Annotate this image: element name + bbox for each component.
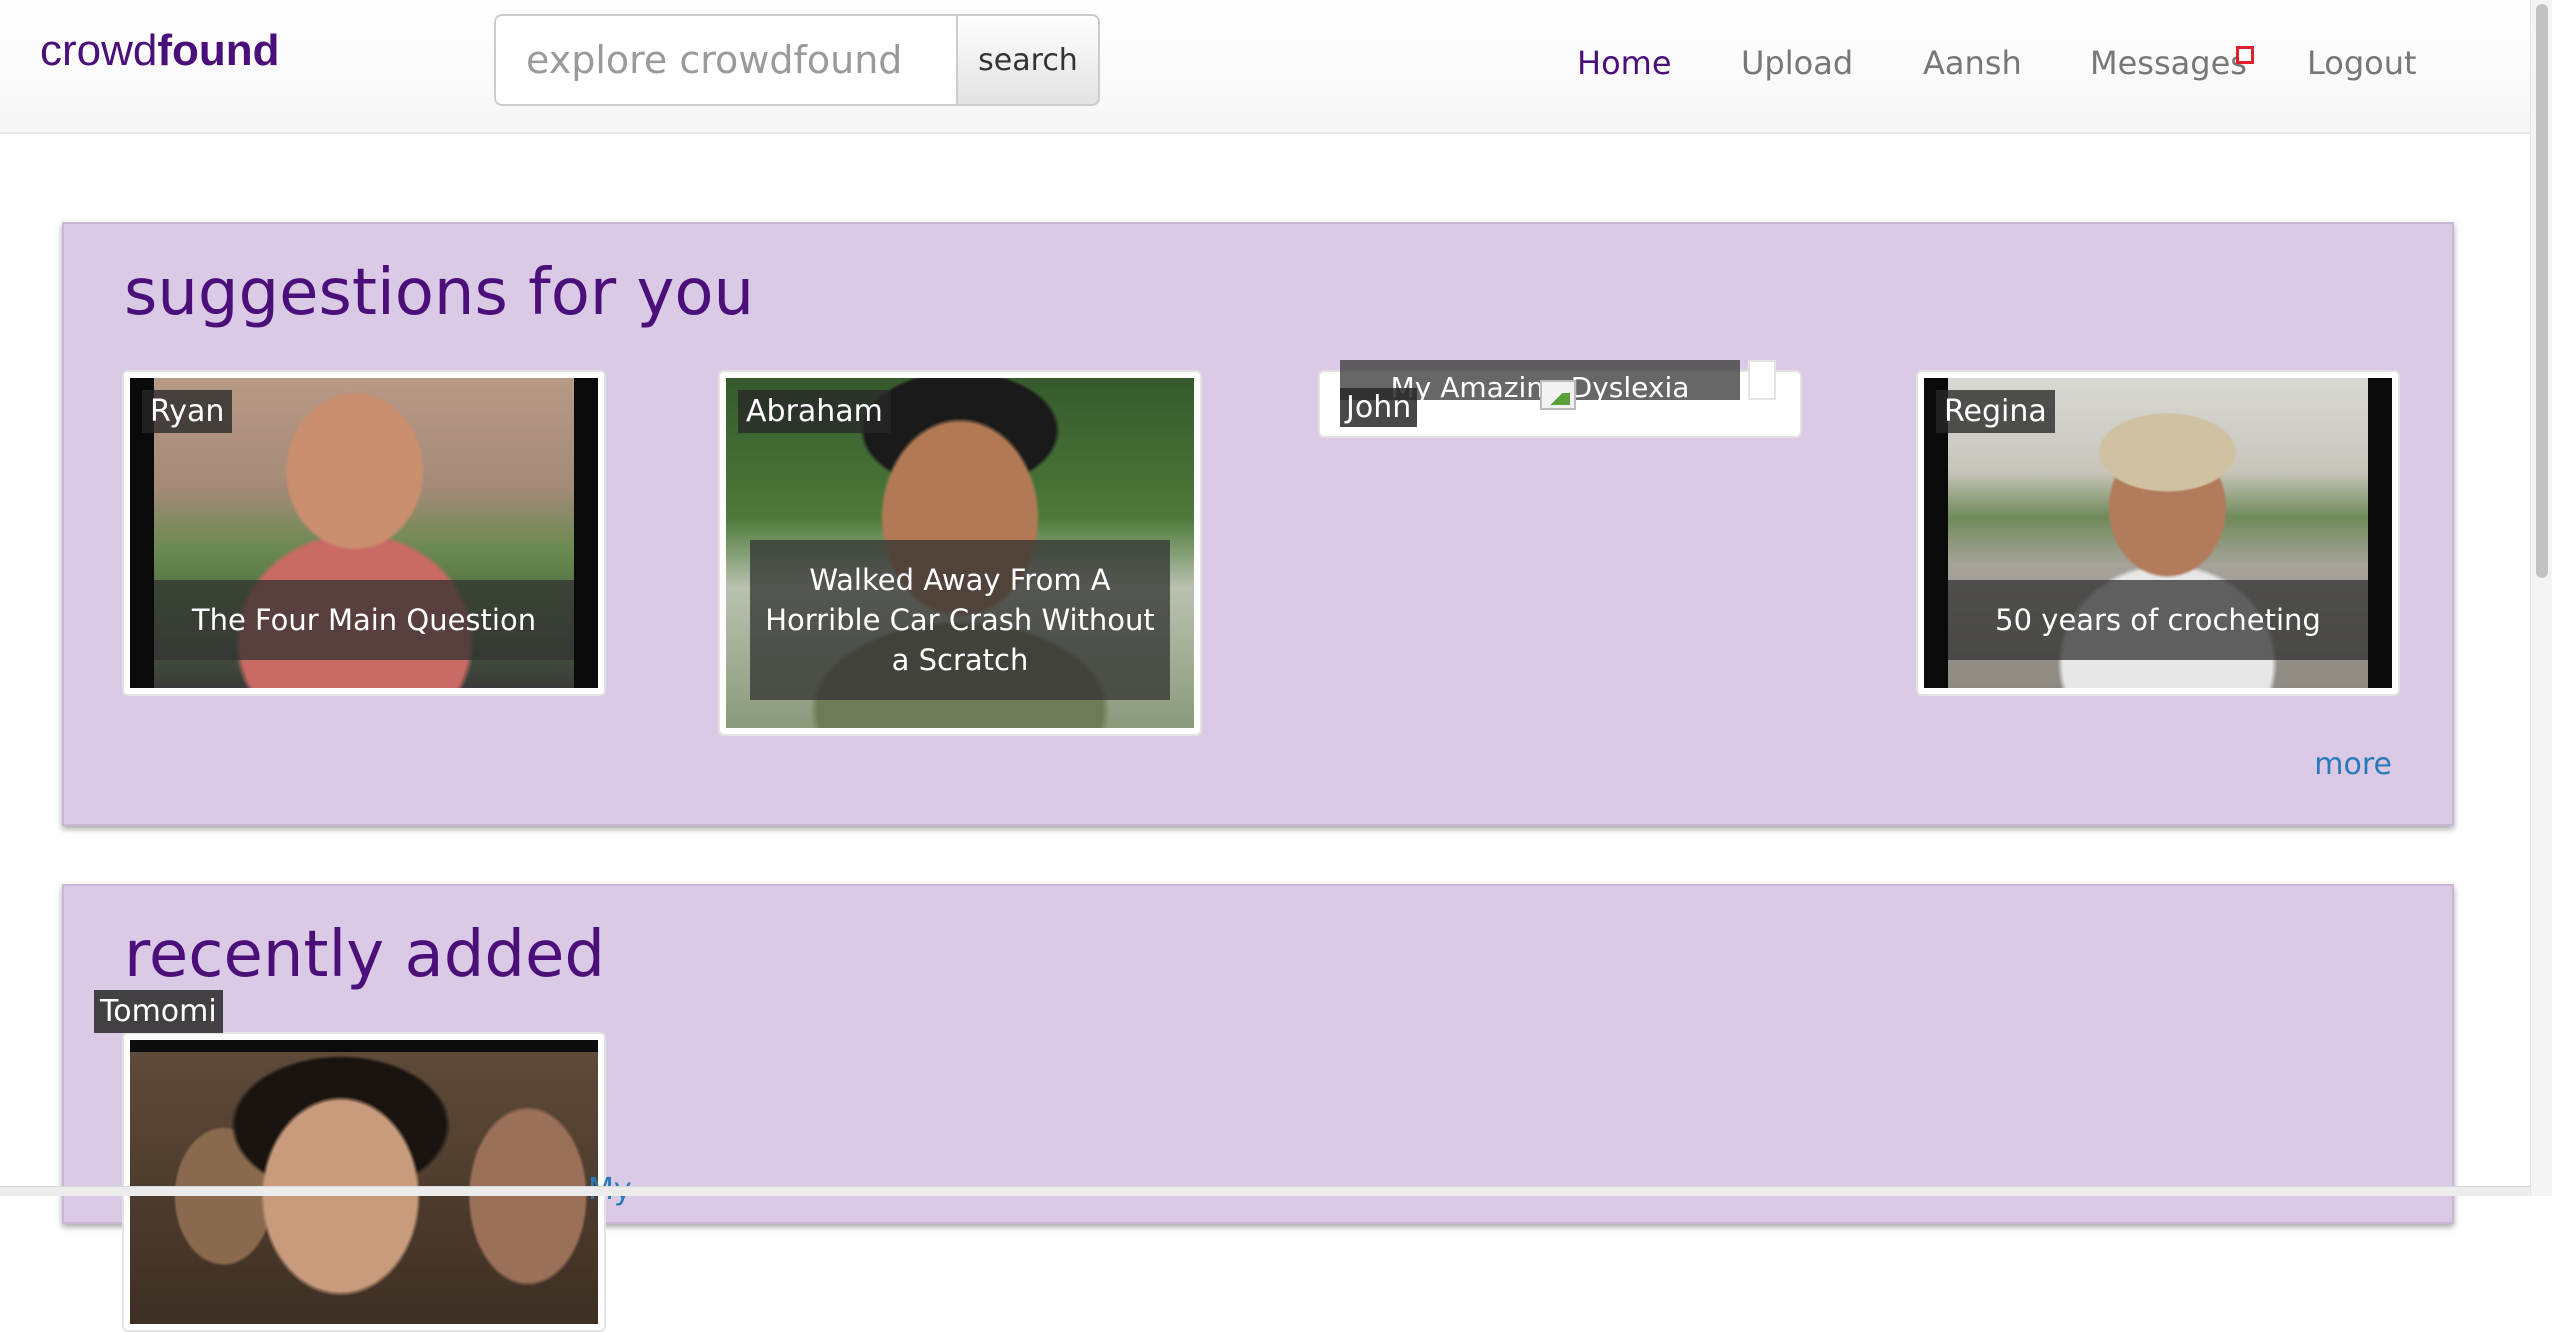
recently-added-panel: recently added <box>62 884 2454 1332</box>
video-caption: The Four Main Question <box>154 580 574 660</box>
more-suggestions-link[interactable]: more <box>2314 747 2392 782</box>
broken-image-icon <box>1540 380 1576 410</box>
video-thumbnail[interactable]: Abraham Walked Away From A Horrible Car … <box>726 378 1194 728</box>
search-form: search <box>494 14 1100 106</box>
video-card-tomomi[interactable] <box>122 1032 606 1332</box>
video-caption: 50 years of crocheting <box>1948 580 2368 660</box>
video-card-abraham[interactable]: Abraham Walked Away From A Horrible Car … <box>718 370 1202 736</box>
creator-name-tag: Abraham <box>738 390 891 433</box>
video-card-ryan[interactable]: Ryan The Four Main Question <box>122 370 606 696</box>
nav-logout[interactable]: Logout <box>2307 44 2417 82</box>
video-card-john[interactable]: My Amazing Dyslexia John <box>1318 360 1802 438</box>
vertical-scrollbar[interactable] <box>2530 0 2552 1196</box>
creator-name-tag: Tomomi <box>94 990 223 1033</box>
recently-added-title: recently added <box>124 918 605 992</box>
broken-card-edge <box>1748 360 1776 400</box>
brand-suffix: found <box>157 26 280 75</box>
video-thumbnail[interactable] <box>130 1040 598 1324</box>
creator-name-tag: Ryan <box>142 390 233 433</box>
top-navbar: crowdfound search Home Upload Aansh Mess… <box>0 0 2530 134</box>
search-input[interactable] <box>494 14 956 106</box>
brand-logo[interactable]: crowdfound <box>40 26 280 76</box>
nav-user-profile[interactable]: Aansh <box>1923 44 2022 82</box>
video-thumbnail[interactable]: Ryan The Four Main Question <box>130 378 598 688</box>
suggestions-title: suggestions for you <box>124 256 755 330</box>
bottom-edge-strip <box>0 1186 2530 1196</box>
nav-messages[interactable]: Messages <box>2090 44 2247 82</box>
message-notification-icon <box>2236 46 2254 64</box>
video-card-regina[interactable]: Regina 50 years of crocheting <box>1916 370 2400 696</box>
suggestions-panel: suggestions for you Ryan The Four Main Q… <box>62 222 2454 826</box>
search-button[interactable]: search <box>956 14 1100 106</box>
video-caption: Walked Away From A Horrible Car Crash Wi… <box>750 540 1170 700</box>
nav-home[interactable]: Home <box>1577 44 1672 82</box>
brand-prefix: crowd <box>40 26 158 75</box>
scrollbar-thumb[interactable] <box>2536 4 2548 578</box>
creator-name-tag: Regina <box>1936 390 2055 433</box>
video-thumbnail[interactable]: Regina 50 years of crocheting <box>1924 378 2392 688</box>
nav-upload[interactable]: Upload <box>1741 44 1853 82</box>
creator-name-tag: John <box>1340 388 1418 427</box>
